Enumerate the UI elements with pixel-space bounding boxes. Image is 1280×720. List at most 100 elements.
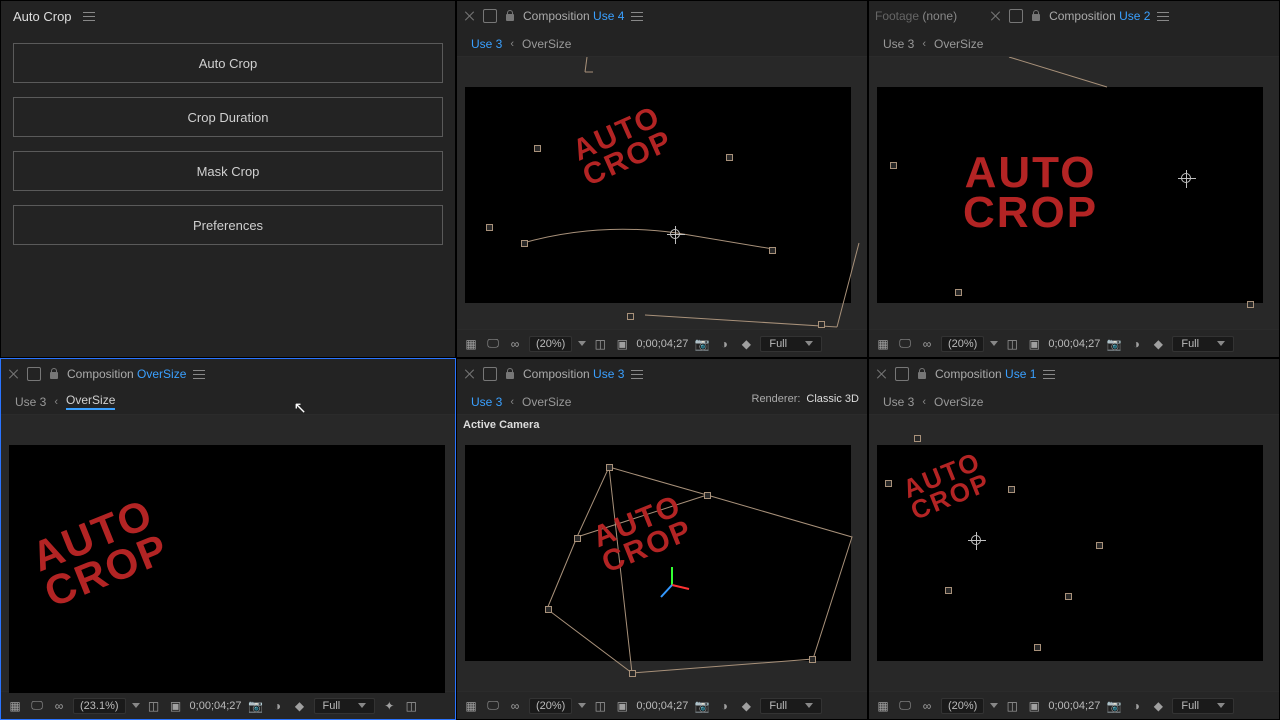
resolution-dropdown[interactable]: Full (1172, 336, 1234, 352)
viewport-use4[interactable]: AUTOCROP (457, 57, 867, 329)
hamburger-icon[interactable] (1156, 9, 1170, 23)
tab-footage[interactable]: Footage (none) (875, 9, 957, 23)
layer-handle[interactable] (534, 145, 541, 152)
chevron-left-icon[interactable]: ‹ (510, 38, 514, 50)
crumb-oversize[interactable]: OverSize (66, 393, 115, 410)
crumb-oversize[interactable]: OverSize (522, 395, 571, 409)
mask-icon[interactable]: ▣ (1026, 698, 1042, 714)
toggle-icon[interactable]: ◑ (1128, 698, 1144, 714)
close-icon[interactable] (463, 367, 477, 381)
hamburger-icon[interactable] (192, 367, 206, 381)
channel-icon[interactable]: ◆ (1150, 698, 1166, 714)
layer-handle[interactable] (1247, 301, 1254, 308)
snapshot-icon[interactable]: 📷 (1106, 698, 1122, 714)
crumb-use3[interactable]: Use 3 (883, 395, 914, 409)
monitor-icon[interactable]: 🖵 (485, 336, 501, 352)
layer-handle[interactable] (574, 535, 581, 542)
viewport-use2[interactable]: AUTOCROP (869, 57, 1279, 329)
layer-handle[interactable] (955, 289, 962, 296)
layer-handle[interactable] (704, 492, 711, 499)
crop-icon[interactable]: ◫ (146, 698, 162, 714)
renderer-value[interactable]: Classic 3D (806, 393, 859, 405)
lock-icon[interactable] (47, 367, 61, 381)
tab-composition-use4[interactable]: Composition Use 4 (523, 9, 624, 23)
close-icon[interactable] (989, 9, 1003, 23)
chevron-down-icon[interactable] (578, 703, 586, 708)
anchor-point-icon[interactable] (1181, 173, 1191, 183)
mask-crop-button[interactable]: Mask Crop (13, 151, 443, 191)
timecode[interactable]: 0;00;04;27 (1048, 338, 1100, 350)
chevron-left-icon[interactable]: ‹ (922, 396, 926, 408)
timecode[interactable]: 0;00;04;27 (636, 338, 688, 350)
goggles-icon[interactable]: ∞ (507, 336, 523, 352)
crumb-use3[interactable]: Use 3 (471, 37, 502, 51)
layer-handle[interactable] (606, 464, 613, 471)
toggle-icon[interactable]: ◑ (270, 698, 286, 714)
toggle-icon[interactable]: ◑ (716, 336, 732, 352)
resolution-dropdown[interactable]: Full (1172, 698, 1234, 714)
tab-composition-use2[interactable]: Composition Use 2 (1049, 9, 1150, 23)
layer-handle[interactable] (945, 587, 952, 594)
layer-handle[interactable] (818, 321, 825, 328)
crumb-oversize[interactable]: OverSize (934, 37, 983, 51)
crumb-oversize[interactable]: OverSize (934, 395, 983, 409)
grid-icon[interactable]: ▦ (7, 698, 23, 714)
crop-icon[interactable]: ◫ (592, 698, 608, 714)
mask-icon[interactable]: ▣ (168, 698, 184, 714)
chevron-down-icon[interactable] (990, 341, 998, 346)
grid-icon[interactable]: ▦ (875, 336, 891, 352)
layer-handle[interactable] (1065, 593, 1072, 600)
zoom-dropdown[interactable]: (20%) (941, 336, 984, 352)
hamburger-icon[interactable] (630, 367, 644, 381)
goggles-icon[interactable]: ∞ (507, 698, 523, 714)
viewport-oversize[interactable]: AUTOCROP (1, 415, 455, 691)
tab-composition-use1[interactable]: Composition Use 1 (935, 367, 1036, 381)
layer-handle[interactable] (1096, 542, 1103, 549)
viewport-use3[interactable]: Active Camera AUTOCROP (457, 415, 867, 691)
chevron-left-icon[interactable]: ‹ (510, 396, 514, 408)
crop-icon[interactable]: ◫ (592, 336, 608, 352)
layer-handle[interactable] (890, 162, 897, 169)
channel-icon[interactable]: ◆ (738, 336, 754, 352)
close-icon[interactable] (7, 367, 21, 381)
grid-icon[interactable]: ▦ (875, 698, 891, 714)
layer-handle[interactable] (1034, 644, 1041, 651)
crumb-use3[interactable]: Use 3 (883, 37, 914, 51)
grid-icon[interactable]: ▦ (463, 336, 479, 352)
snapshot-icon[interactable]: 📷 (1106, 336, 1122, 352)
grid-icon[interactable]: ▦ (463, 698, 479, 714)
channel-icon[interactable]: ◆ (1150, 336, 1166, 352)
monitor-icon[interactable]: 🖵 (29, 698, 45, 714)
layer-handle[interactable] (629, 670, 636, 677)
layer-handle[interactable] (627, 313, 634, 320)
lock-icon[interactable] (915, 367, 929, 381)
crop-icon[interactable]: ◫ (403, 698, 419, 714)
close-icon[interactable] (463, 9, 477, 23)
crop-icon[interactable]: ◫ (1004, 698, 1020, 714)
zoom-dropdown[interactable]: (20%) (941, 698, 984, 714)
crumb-use3[interactable]: Use 3 (471, 395, 502, 409)
anchor-point-icon[interactable] (670, 229, 680, 239)
viewport-use1[interactable]: AUTOCROP (869, 415, 1279, 691)
layer-handle[interactable] (914, 435, 921, 442)
channel-icon[interactable]: ◆ (738, 698, 754, 714)
lock-icon[interactable] (503, 9, 517, 23)
lock-icon[interactable] (1029, 9, 1043, 23)
tab-composition-oversize[interactable]: Composition OverSize (67, 367, 186, 381)
layer-handle[interactable] (521, 240, 528, 247)
anchor-point-icon[interactable] (971, 535, 981, 545)
layer-handle[interactable] (1008, 486, 1015, 493)
toggle-icon[interactable]: ◑ (716, 698, 732, 714)
goggles-icon[interactable]: ∞ (51, 698, 67, 714)
layer-handle[interactable] (885, 480, 892, 487)
snapshot-icon[interactable]: 📷 (248, 698, 264, 714)
chevron-left-icon[interactable]: ‹ (922, 38, 926, 50)
close-icon[interactable] (875, 367, 889, 381)
layer-handle[interactable] (809, 656, 816, 663)
channel-icon[interactable]: ◆ (292, 698, 308, 714)
layer-handle[interactable] (726, 154, 733, 161)
zoom-dropdown[interactable]: (20%) (529, 336, 572, 352)
layer-handle[interactable] (486, 224, 493, 231)
chevron-down-icon[interactable] (578, 341, 586, 346)
tab-composition-use3[interactable]: Composition Use 3 (523, 367, 624, 381)
